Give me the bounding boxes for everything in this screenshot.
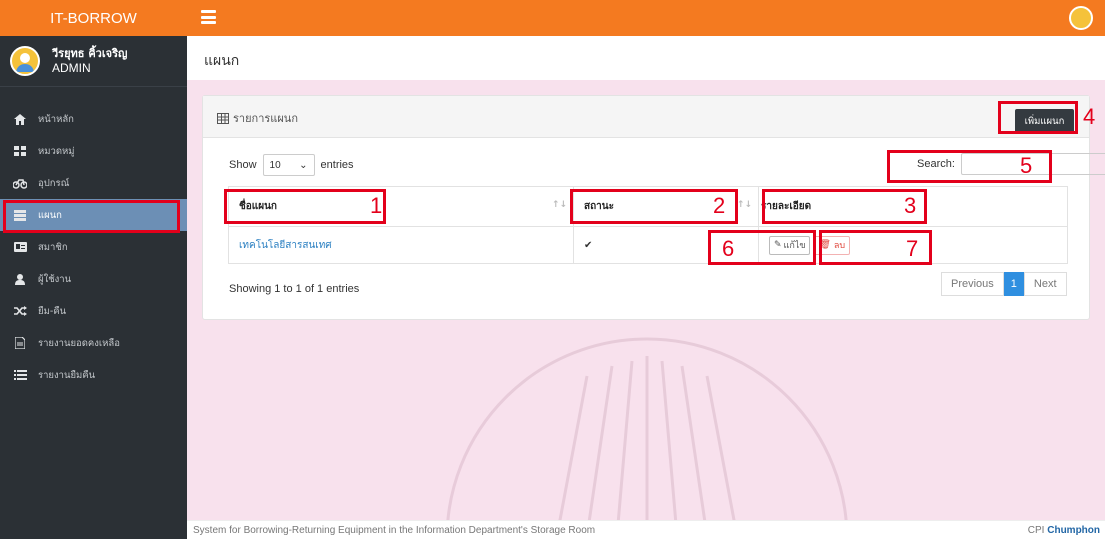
sidebar-item-label: ยืม-คืน <box>38 305 67 317</box>
previous-page-button[interactable]: Previous <box>941 272 1004 296</box>
page-size-value: 10 <box>269 159 281 171</box>
sidebar-item-label: รายงานยืมคืน <box>38 369 96 381</box>
chevron-down-icon: ⌄ <box>299 159 308 171</box>
watermark-emblem <box>445 337 849 539</box>
sidebar: IT-BORROW วีรยุทธ คิ้วเจริญ ADMIN หน้าหล… <box>0 0 187 539</box>
sidebar-item-label: สมาชิก <box>38 241 68 253</box>
sidebar-item-label: หมวดหมู่ <box>38 145 75 157</box>
sidebar-item-label: อุปกรณ์ <box>38 177 70 189</box>
sort-icon: ↑↓ <box>551 200 567 210</box>
table-row: เทคโนโลยีสารสนเทศ ✔ ✎ แก้ไข 🗑 ลบ <box>228 226 1068 264</box>
annotation-number-6: 6 <box>722 236 735 261</box>
annotation-box-4 <box>998 101 1078 134</box>
list-icon <box>13 368 27 382</box>
home-icon <box>13 112 27 126</box>
pagination: Previous 1 Next <box>941 272 1067 296</box>
footer-credit: CPI Chumphon <box>1028 525 1100 536</box>
card-header: รายการแผนก เพิ่มแผนก <box>203 96 1089 138</box>
page-title: แผนก <box>204 53 240 69</box>
sidebar-item-label: แผนก <box>38 209 62 221</box>
sidebar-item-label: รายงานยอดคงเหลือ <box>38 337 120 349</box>
page-1-button[interactable]: 1 <box>1003 272 1024 296</box>
next-page-button[interactable]: Next <box>1023 272 1067 296</box>
sidebar-item-label: ผู้ใช้งาน <box>38 273 72 285</box>
annotation-number-1: 1 <box>370 193 383 218</box>
brand-logo[interactable]: IT-BORROW <box>0 0 187 36</box>
entries-label: entries <box>320 159 354 171</box>
footer-text: System for Borrowing-Returning Equipment… <box>193 524 596 536</box>
sidebar-item-home[interactable]: หน้าหลัก <box>0 103 187 135</box>
bicycle-icon <box>13 176 27 190</box>
user-icon <box>13 272 27 286</box>
table-icon <box>217 112 229 124</box>
page-size-select[interactable]: 10 ⌄ <box>262 154 315 176</box>
annotation-number-4: 4 <box>1083 104 1096 129</box>
sidebar-item-borrow-report[interactable]: รายงานยืมคืน <box>0 359 187 391</box>
topbar <box>187 0 1105 36</box>
sidebar-menu: หน้าหลัก หมวดหมู่ อุปกรณ์ แผนก สมาชิก ผู… <box>0 103 187 391</box>
annotation-number-7: 7 <box>906 236 919 261</box>
footer: System for Borrowing-Returning Equipment… <box>187 520 1105 539</box>
sidebar-item-equipment[interactable]: อุปกรณ์ <box>0 167 187 199</box>
sidebar-item-members[interactable]: สมาชิก <box>0 231 187 263</box>
annotation-number-3: 3 <box>904 193 917 218</box>
sidebar-item-borrow-return[interactable]: ยืม-คืน <box>0 295 187 327</box>
sidebar-item-balance-report[interactable]: รายงานยอดคงเหลือ <box>0 327 187 359</box>
user-name: วีรยุทธ คิ้วเจริญ <box>52 47 128 60</box>
annotation-number-2: 2 <box>713 193 726 218</box>
card-title: รายการแผนก <box>217 109 298 127</box>
avatar <box>10 46 40 76</box>
main-content: แผนก รายการแผนก เพิ่มแผนก Show 10 ⌄ entr… <box>187 36 1105 539</box>
hamburger-menu-icon[interactable] <box>201 10 216 24</box>
footer-credit-prefix: CPI <box>1027 524 1045 536</box>
show-label: Show <box>229 159 257 171</box>
table-icon <box>13 208 27 222</box>
page-header: แผนก <box>187 36 1105 80</box>
annotation-box-3 <box>762 189 927 224</box>
sidebar-item-users[interactable]: ผู้ใช้งาน <box>0 263 187 295</box>
document-icon <box>13 336 27 350</box>
table-info: Showing 1 to 1 of 1 entries <box>229 283 360 295</box>
page-length-control: Show 10 ⌄ entries <box>229 154 354 176</box>
department-name-link[interactable]: เทคโนโลยีสารสนเทศ <box>228 226 574 264</box>
user-panel: วีรยุทธ คิ้วเจริญ ADMIN <box>0 36 187 87</box>
user-role: ADMIN <box>52 61 91 75</box>
annotation-box-1 <box>224 189 386 224</box>
sidebar-item-label: หน้าหลัก <box>38 113 74 125</box>
id-card-icon <box>13 240 27 254</box>
footer-credit-name: Chumphon <box>1047 524 1100 536</box>
annotation-number-5: 5 <box>1020 153 1033 178</box>
sidebar-item-category[interactable]: หมวดหมู่ <box>0 135 187 167</box>
grid-icon <box>13 144 27 158</box>
sort-icon: ↑↓ <box>736 200 752 210</box>
card-title-text: รายการแผนก <box>233 112 298 125</box>
shuffle-icon <box>13 304 27 318</box>
sidebar-item-department[interactable]: แผนก <box>0 199 187 233</box>
user-avatar-button[interactable] <box>1069 6 1093 30</box>
